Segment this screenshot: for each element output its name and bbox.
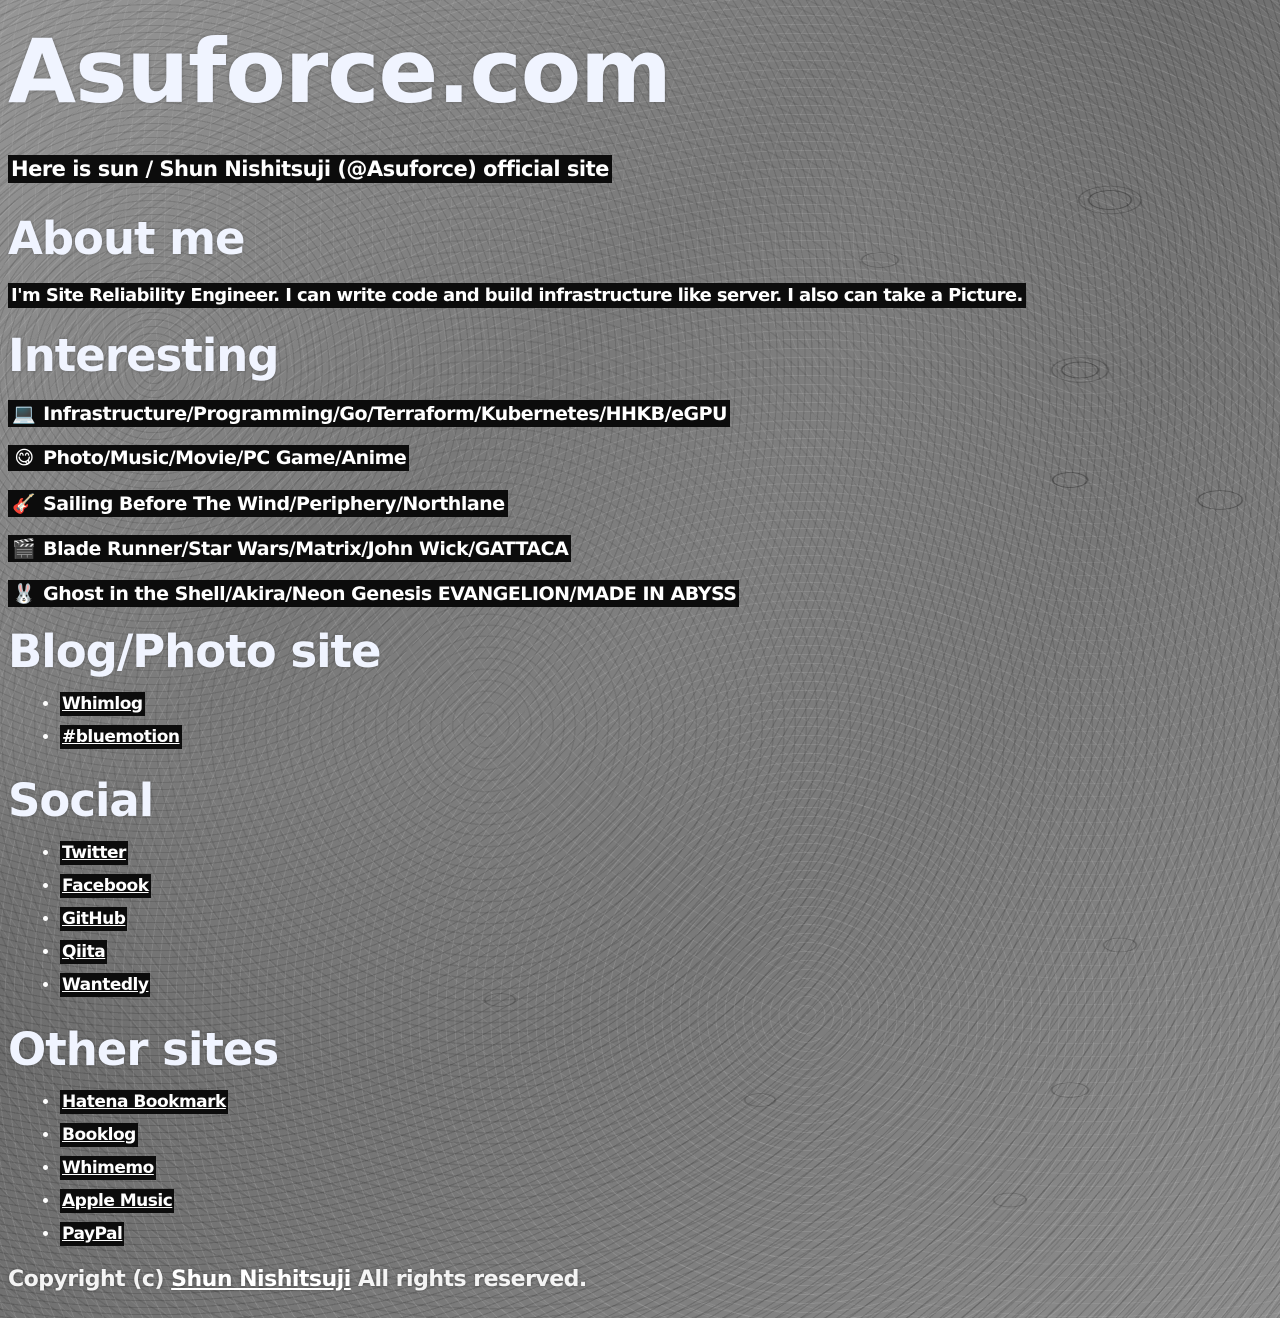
interesting-item-text: Sailing Before The Wind/Periphery/Northl… [43,493,505,515]
interesting-item: 🎬 Blade Runner/Star Wars/Matrix/John Wic… [8,535,1272,580]
link-whimemo[interactable]: Whimemo [60,1156,156,1180]
guitar-icon: 🎸 [12,493,36,515]
list-item: Wantedly [60,973,1272,1006]
other-sites-links: Hatena Bookmark Booklog Whimemo Apple Mu… [8,1090,1272,1255]
link-github[interactable]: GitHub [60,907,128,931]
laptop-icon: 💻 [12,403,36,425]
yum-face-icon: 😋 [14,447,34,469]
list-item: Booklog [60,1123,1272,1156]
list-item: PayPal [60,1222,1272,1255]
link-wantedly[interactable]: Wantedly [60,973,151,997]
social-heading: Social [8,774,154,827]
list-item: Qiita [60,940,1272,973]
link-booklog[interactable]: Booklog [60,1123,138,1147]
link-hatena-bookmark[interactable]: Hatena Bookmark [60,1090,228,1114]
author-link[interactable]: Shun Nishitsuji [171,1267,351,1292]
interesting-item-text: Blade Runner/Star Wars/Matrix/John Wick/… [43,538,569,560]
interesting-list: 💻 Infrastructure/Programming/Go/Terrafor… [8,400,1272,625]
list-item: Facebook [60,874,1272,907]
list-item: Whimemo [60,1156,1272,1189]
about-text: I'm Site Reliability Engineer. I can wri… [8,283,1026,308]
link-paypal[interactable]: PayPal [60,1222,125,1246]
about-heading: About me [8,212,246,265]
list-item: Hatena Bookmark [60,1090,1272,1123]
blog-heading: Blog/Photo site [8,625,382,678]
interesting-item-text: Ghost in the Shell/Akira/Neon Genesis EV… [43,583,737,605]
blog-links: Whimlog #bluemotion [8,692,1272,758]
list-item: #bluemotion [60,725,1272,758]
site-title: Asuforce.com [8,20,672,123]
link-twitter[interactable]: Twitter [60,841,128,865]
interesting-item-text: Photo/Music/Movie/PC Game/Anime [43,447,407,469]
link-whimlog[interactable]: Whimlog [60,692,145,716]
interesting-item: 😋 Photo/Music/Movie/PC Game/Anime [8,445,1272,490]
list-item: Twitter [60,841,1272,874]
interesting-heading: Interesting [8,329,280,382]
footer: Copyright (c) Shun Nishitsuji All rights… [8,1267,1272,1292]
list-item: Apple Music [60,1189,1272,1222]
other-sites-heading: Other sites [8,1023,279,1076]
interesting-item: 🎸 Sailing Before The Wind/Periphery/Nort… [8,490,1272,535]
link-facebook[interactable]: Facebook [60,874,151,898]
clapper-board-icon: 🎬 [12,538,36,560]
interesting-item: 💻 Infrastructure/Programming/Go/Terrafor… [8,400,1272,445]
interesting-item: 🐰 Ghost in the Shell/Akira/Neon Genesis … [8,580,1272,625]
interesting-item-text: Infrastructure/Programming/Go/Terraform/… [43,403,727,425]
page: Asuforce.com Here is sun / Shun Nishitsu… [8,0,1272,1292]
copyright-prefix: Copyright (c) [8,1267,164,1292]
link-qiita[interactable]: Qiita [60,940,108,964]
rabbit-face-icon: 🐰 [12,583,36,605]
link-apple-music[interactable]: Apple Music [60,1189,175,1213]
copyright-suffix: All rights reserved. [357,1267,587,1292]
link-bluemotion[interactable]: #bluemotion [60,725,182,749]
social-links: Twitter Facebook GitHub Qiita Wantedly [8,841,1272,1006]
list-item: Whimlog [60,692,1272,725]
list-item: GitHub [60,907,1272,940]
tagline: Here is sun / Shun Nishitsuji (@Asuforce… [8,155,612,183]
